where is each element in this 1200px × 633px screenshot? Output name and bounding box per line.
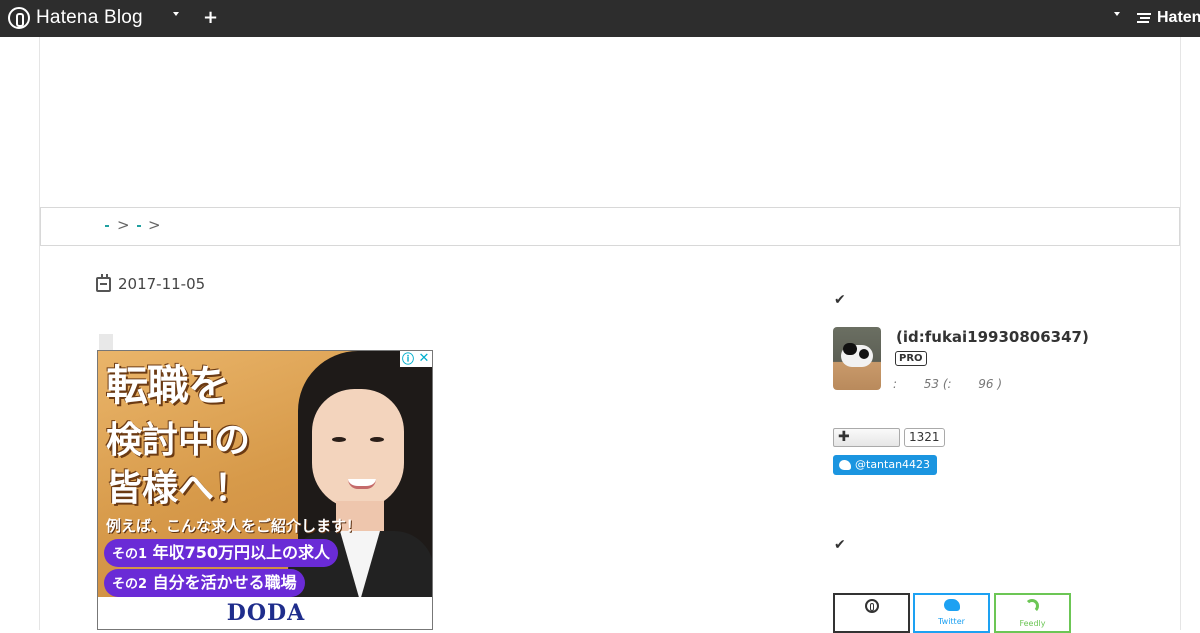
- plus-icon: ✚: [838, 429, 850, 445]
- hatena-service-name: Haten: [1157, 9, 1200, 26]
- ad-headline-3: 皆様へ！: [106, 468, 251, 509]
- ad-item-1-text: 年収750万円以上の求人: [152, 543, 331, 562]
- avatar-cat-patch: [859, 349, 869, 359]
- subscribe-feedly-label: Feedly: [1019, 619, 1046, 628]
- display-ad-banner[interactable]: 転職を 検討中の 皆様へ！ 例えば、こんな求人をご紹介します！ その1 年収75…: [97, 350, 433, 630]
- ad-item-2-number: その2: [112, 577, 148, 592]
- profile-stats: : 53 (: 96 ): [893, 377, 1003, 391]
- doda-logo: DODA: [226, 600, 306, 626]
- breadcrumb-separator: >: [117, 216, 130, 234]
- reader-follow-button[interactable]: ✚: [833, 428, 900, 447]
- ad-item-1: その1 年収750万円以上の求人: [104, 539, 339, 567]
- brand-name: Hatena Blog: [36, 7, 143, 28]
- subscribe-hatena-button[interactable]: [833, 593, 910, 633]
- twitter-bird-icon: [839, 460, 851, 470]
- ad-photo-eye: [332, 437, 346, 442]
- subscribe-twitter-button[interactable]: Twitter: [913, 593, 990, 633]
- breadcrumb-link-home[interactable]: [105, 224, 109, 227]
- hatena-mini-icon: [1137, 13, 1153, 23]
- ad-photo-eye: [370, 437, 384, 442]
- subscribe-twitter-label: Twitter: [938, 617, 965, 626]
- new-post-plus-icon[interactable]: +: [203, 8, 218, 28]
- entry-date-text: 2017-11-05: [118, 275, 206, 293]
- breadcrumb: [40, 207, 1180, 246]
- ad-subline: 例えば、こんな求人をご紹介します！: [106, 517, 362, 535]
- global-header: Hatena Blog + Haten: [0, 0, 1200, 37]
- avatar-cat-patch: [843, 343, 857, 355]
- breadcrumb-link-category[interactable]: [137, 224, 141, 227]
- pro-badge: PRO: [895, 351, 927, 366]
- follower-count: 1321: [904, 428, 945, 447]
- subscribe-feedly-button[interactable]: Feedly: [994, 593, 1071, 633]
- entry-date[interactable]: 2017-11-05: [96, 273, 206, 293]
- ad-photo-face: [312, 389, 404, 509]
- calendar-icon: [96, 273, 111, 292]
- profile-section-check-icon: ✔: [834, 292, 846, 308]
- hatena-service-link[interactable]: Haten: [1137, 9, 1200, 27]
- subscribe-section-check-icon: ✔: [834, 537, 846, 553]
- blog-menu-dropdown-icon[interactable]: [173, 12, 179, 16]
- hatena-logo-icon: [864, 599, 879, 613]
- ad-label-placeholder: [99, 334, 113, 350]
- info-icon[interactable]: ⓘ: [400, 351, 416, 367]
- ad-item-2: その2 自分を活かせる職場: [104, 569, 305, 597]
- ad-footer: DODA: [98, 597, 432, 629]
- ad-headline-2: 検討中の: [106, 420, 251, 461]
- hatena-blog-logo[interactable]: Hatena Blog: [8, 6, 143, 30]
- ad-choices: ⓘ ✕: [400, 351, 432, 367]
- ad-item-2-text: 自分を活かせる職場: [152, 573, 297, 592]
- close-icon[interactable]: ✕: [416, 351, 432, 367]
- avatar[interactable]: [833, 327, 881, 390]
- rss-feed-icon: [1024, 599, 1041, 613]
- ad-item-1-number: その1: [112, 547, 148, 562]
- twitter-handle: @tantan4423: [855, 458, 931, 471]
- profile-user-id[interactable]: (id:fukai19930806347): [896, 328, 1089, 346]
- user-menu-dropdown-icon[interactable]: [1114, 12, 1120, 16]
- hatena-logo-icon: [8, 7, 30, 29]
- ad-headline-1: 転職を: [106, 361, 230, 410]
- breadcrumb-separator: >: [148, 216, 161, 234]
- twitter-bird-icon: [943, 599, 960, 611]
- blog-header-area: [39, 37, 1181, 207]
- twitter-follow-button[interactable]: @tantan4423: [833, 455, 938, 475]
